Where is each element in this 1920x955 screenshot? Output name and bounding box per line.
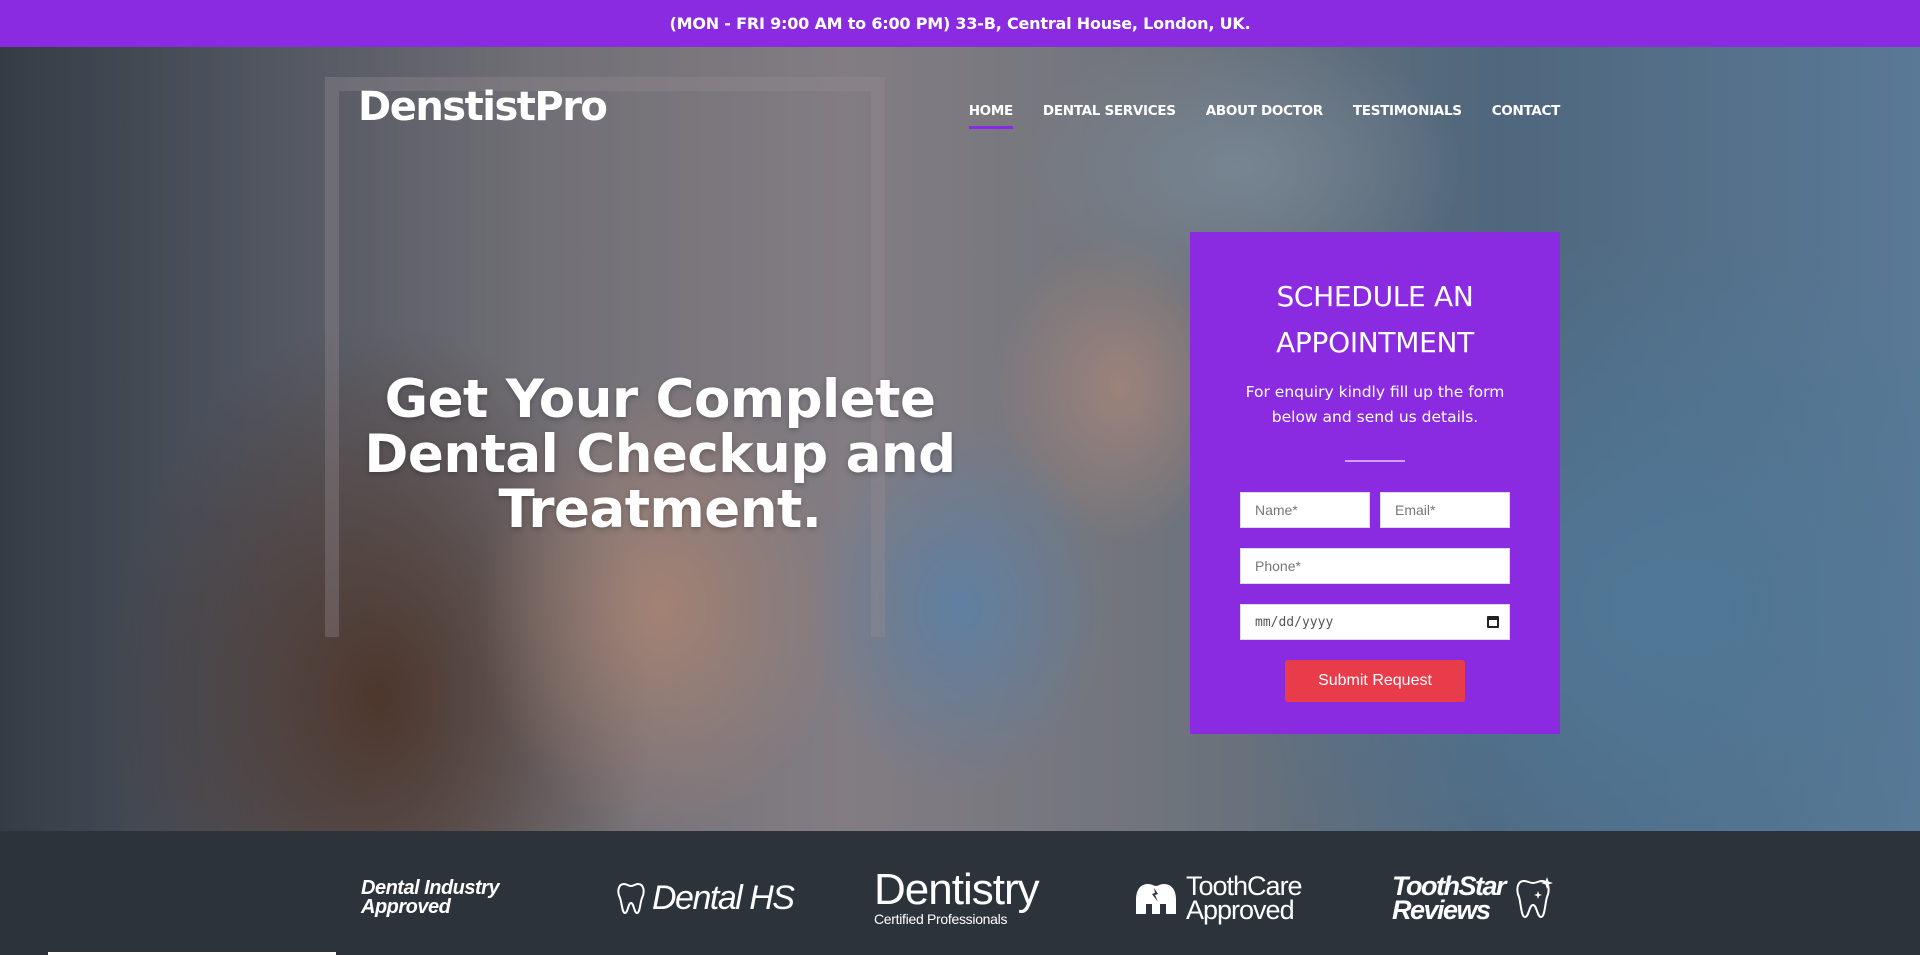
appointment-subtitle: For enquiry kindly fill up the form belo… bbox=[1245, 383, 1505, 426]
toothstar-reviews-logo: ToothStar Reviews bbox=[1392, 873, 1557, 925]
dental-hs-logo: Dental HS bbox=[616, 879, 795, 918]
tooth-crown-icon bbox=[1136, 884, 1176, 914]
dentistry-subtext: Certified Professionals bbox=[874, 911, 1008, 927]
toothcare-text: ToothCare Approved bbox=[1186, 873, 1303, 925]
email-field[interactable]: Email* bbox=[1380, 492, 1510, 528]
toothstar-text: ToothStar Reviews bbox=[1392, 873, 1506, 925]
appointment-title: SCHEDULE AN APPOINTMENT bbox=[1276, 280, 1474, 359]
main-nav: HOME DENTAL SERVICES ABOUT DOCTOR TESTIM… bbox=[968, 103, 1561, 129]
toothcare-line2: Approved bbox=[1186, 895, 1295, 925]
date-row: mm/dd/yyyy bbox=[1240, 604, 1510, 640]
dental-industry-line2: Approved bbox=[361, 896, 451, 918]
background-door-frame bbox=[325, 77, 885, 637]
name-email-row: Name* Email* bbox=[1240, 492, 1510, 528]
appointment-divider bbox=[1345, 460, 1405, 462]
dental-industry-approved-logo: Dental Industry Approved bbox=[361, 878, 500, 918]
calendar-icon[interactable] bbox=[1487, 616, 1499, 628]
toothstar-line2: Reviews bbox=[1392, 895, 1491, 925]
nav-item-contact[interactable]: CONTACT bbox=[1492, 103, 1561, 129]
nav-item-about-doctor[interactable]: ABOUT DOCTOR bbox=[1206, 103, 1323, 129]
sparkle-tooth-icon bbox=[1516, 877, 1553, 919]
hero-headline: Get Your Complete Dental Checkup and Tre… bbox=[364, 369, 956, 540]
toothcare-approved-logo: ToothCare Approved bbox=[1134, 873, 1303, 925]
tooth-outline-icon bbox=[617, 882, 645, 914]
name-placeholder: Name* bbox=[1255, 502, 1298, 518]
nav-item-home[interactable]: HOME bbox=[968, 103, 1013, 129]
name-field[interactable]: Name* bbox=[1240, 492, 1370, 528]
hours-address-text: (MON - FRI 9:00 AM to 6:00 PM) 33-B, Cen… bbox=[669, 14, 1251, 33]
phone-row: Phone* bbox=[1240, 548, 1510, 584]
submit-request-button[interactable]: Submit Request bbox=[1285, 660, 1465, 702]
top-info-bar: (MON - FRI 9:00 AM to 6:00 PM) 33-B, Cen… bbox=[0, 0, 1920, 47]
nav-item-dental-services[interactable]: DENTAL SERVICES bbox=[1043, 103, 1176, 129]
phone-placeholder: Phone* bbox=[1255, 558, 1301, 574]
date-field[interactable]: mm/dd/yyyy bbox=[1240, 604, 1510, 640]
site-logo[interactable]: DenstistPro bbox=[358, 84, 608, 130]
appointment-form-panel: SCHEDULE AN APPOINTMENT For enquiry kind… bbox=[1190, 232, 1560, 734]
date-placeholder: mm/dd/yyyy bbox=[1255, 614, 1334, 630]
dental-hs-text: Dental HS bbox=[652, 879, 795, 917]
dentistry-text: Dentistry bbox=[874, 865, 1040, 914]
phone-field[interactable]: Phone* bbox=[1240, 548, 1510, 584]
email-placeholder: Email* bbox=[1395, 502, 1436, 518]
nav-item-testimonials[interactable]: TESTIMONIALS bbox=[1353, 103, 1462, 129]
dentistry-logo: Dentistry Certified Professionals bbox=[874, 865, 1040, 927]
